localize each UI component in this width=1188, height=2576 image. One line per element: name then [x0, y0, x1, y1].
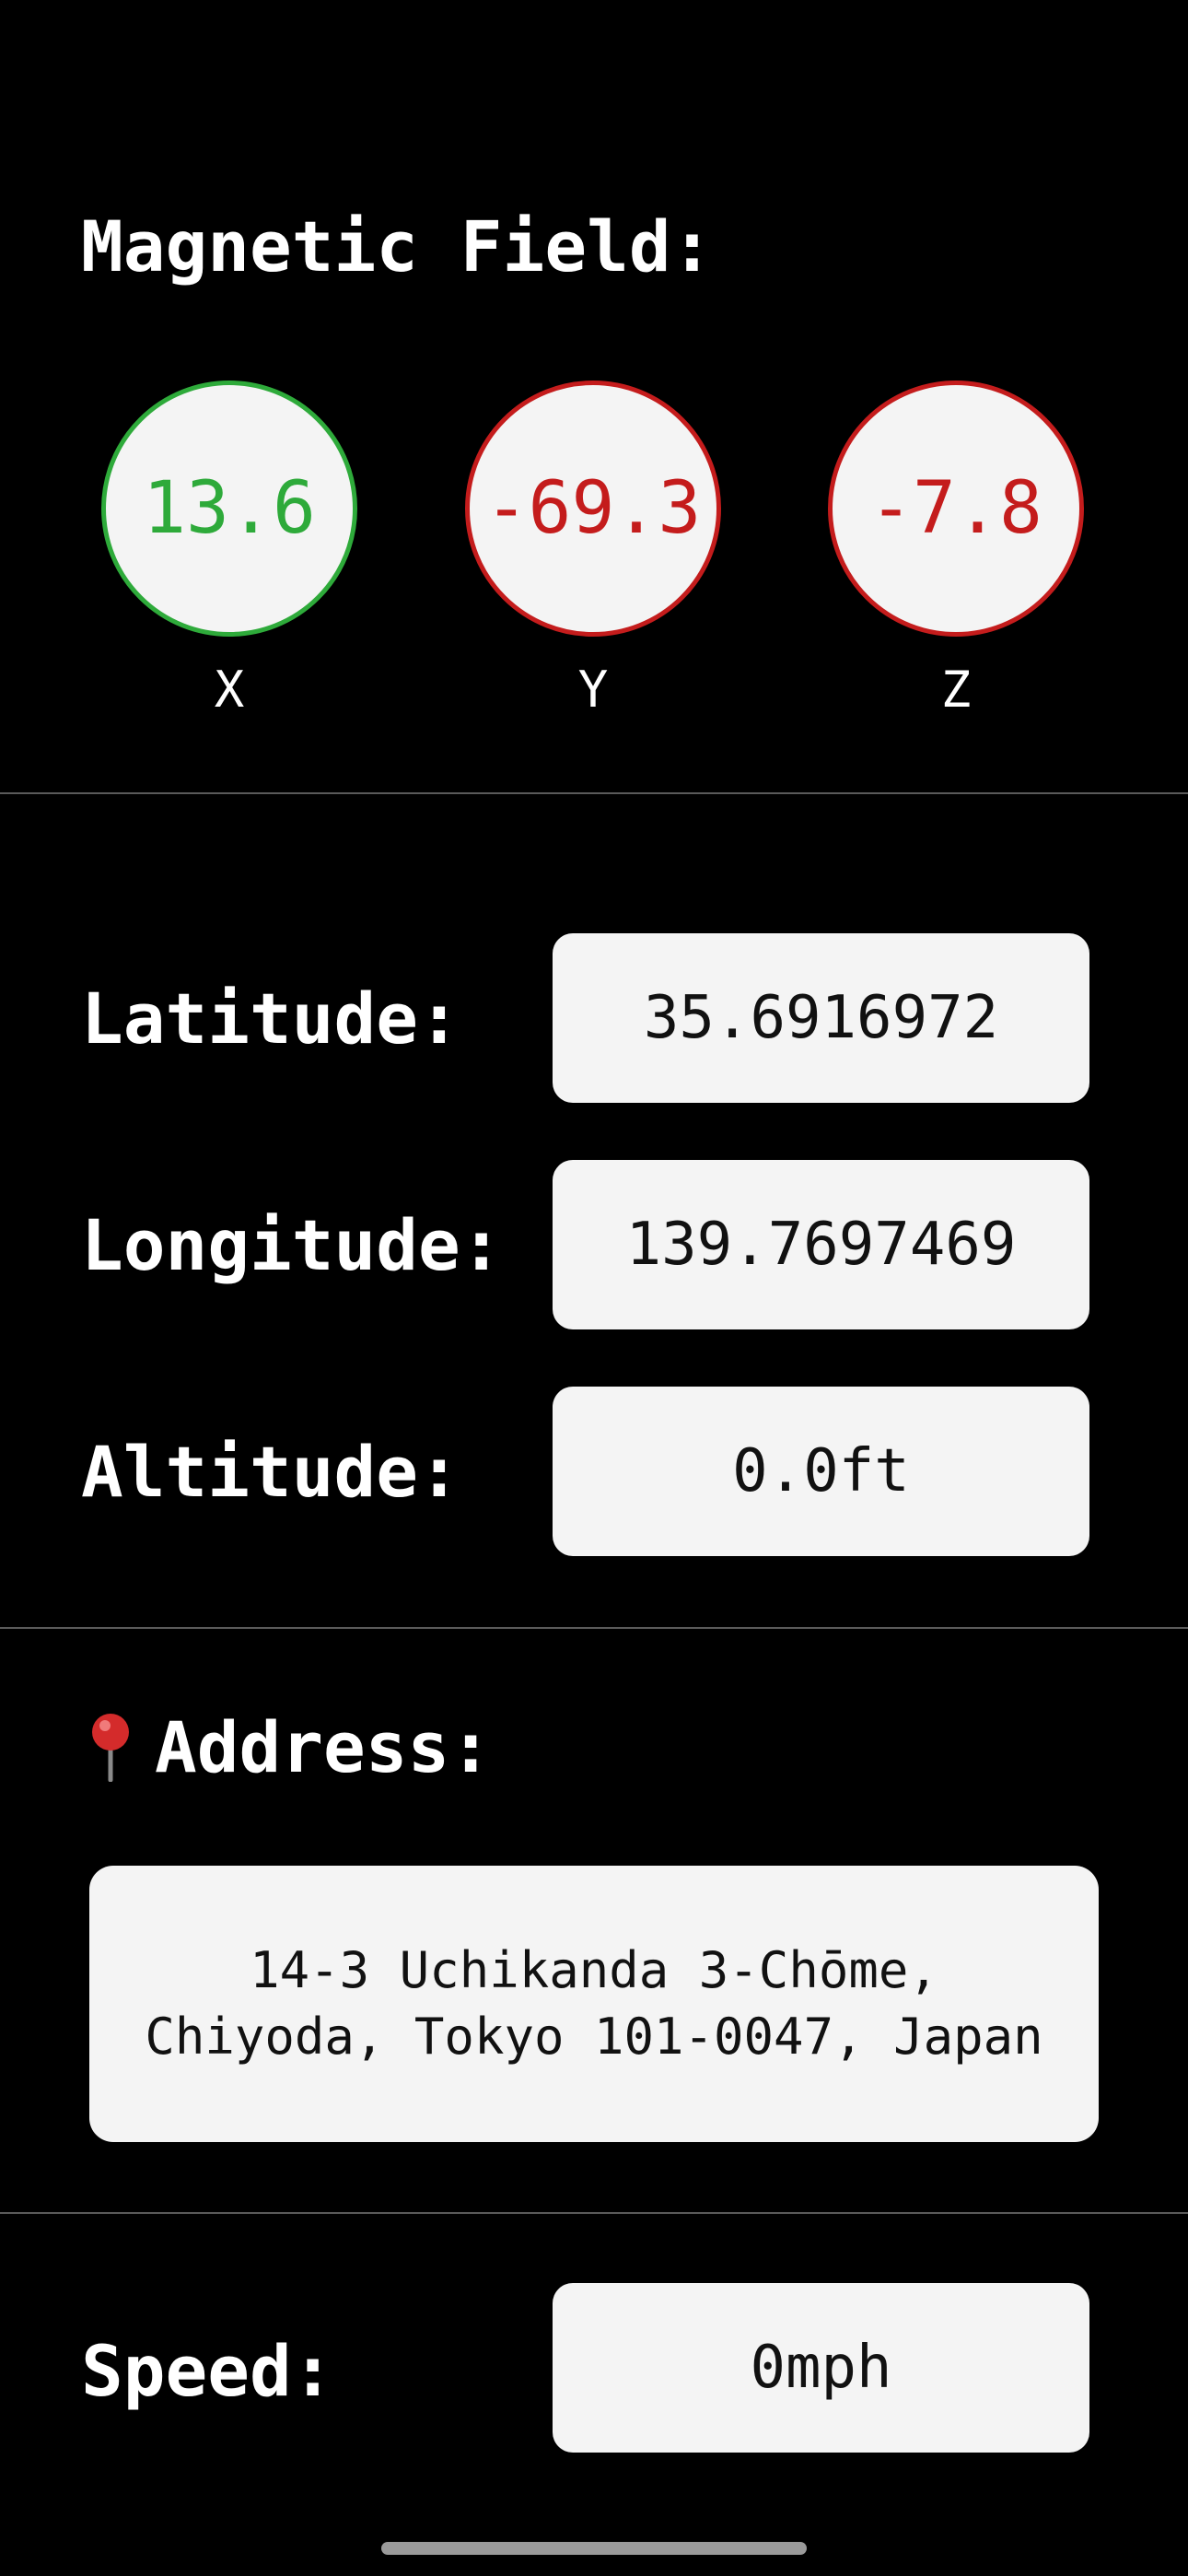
magnetic-y-value: -69.3 — [484, 467, 702, 550]
section-divider — [0, 2212, 1188, 2214]
altitude-value: 0.0ft — [732, 1437, 910, 1505]
latitude-value: 35.6916972 — [643, 984, 999, 1052]
longitude-value: 139.7697469 — [625, 1211, 1017, 1279]
altitude-label: Altitude: — [81, 1431, 460, 1513]
magnetic-x-value: 13.6 — [143, 467, 316, 550]
section-divider — [0, 792, 1188, 794]
magnetic-z-value: -7.8 — [869, 467, 1042, 550]
address-line-2: Chiyoda, Tokyo 101-0047, Japan — [145, 2008, 1043, 2066]
latitude-label: Latitude: — [81, 978, 460, 1060]
speed-value: 0mph — [750, 2334, 892, 2402]
magnetic-y-gauge: -69.3 — [465, 381, 721, 637]
speed-label: Speed: — [81, 2330, 334, 2412]
speed-value-box: 0mph — [553, 2283, 1089, 2453]
address-box: 14-3 Uchikanda 3-Chōme, Chiyoda, Tokyo 1… — [89, 1866, 1099, 2142]
magnetic-field-title: Magnetic Field: — [81, 205, 714, 287]
altitude-value-box: 0.0ft — [553, 1387, 1089, 1556]
magnetic-y-label: Y — [577, 661, 609, 719]
magnetic-z-label: Z — [940, 661, 972, 719]
longitude-label: Longitude: — [81, 1204, 503, 1286]
section-divider — [0, 1627, 1188, 1629]
magnetic-z-gauge: -7.8 — [828, 381, 1084, 637]
latitude-value-box: 35.6916972 — [553, 933, 1089, 1103]
address-title: Address: — [155, 1706, 493, 1788]
longitude-value-box: 139.7697469 — [553, 1160, 1089, 1329]
home-indicator[interactable] — [381, 2542, 807, 2555]
magnetic-x-gauge: 13.6 — [101, 381, 357, 637]
magnetic-x-label: X — [214, 661, 245, 719]
pushpin-icon — [92, 1714, 129, 1782]
address-line-1: 14-3 Uchikanda 3-Chōme, — [250, 1941, 938, 1999]
